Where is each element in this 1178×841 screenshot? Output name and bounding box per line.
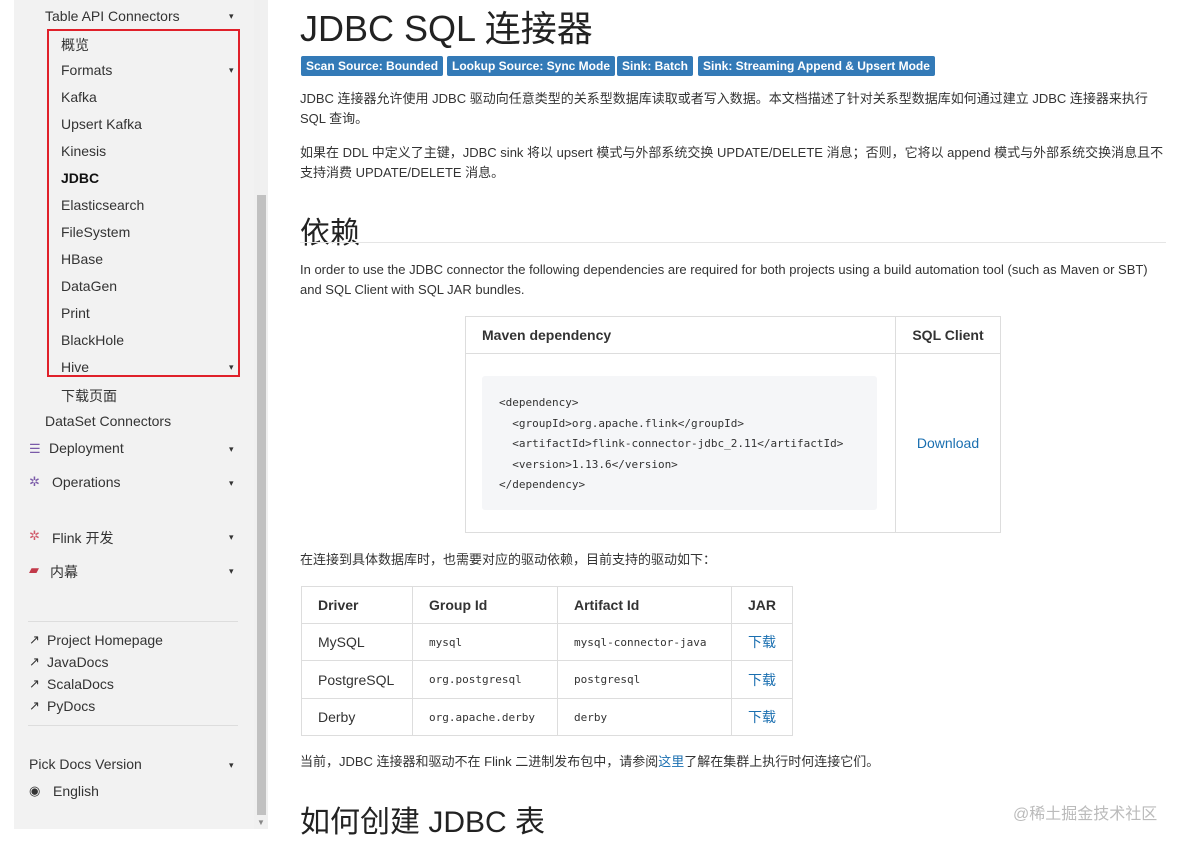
driver-paragraph: 在连接到具体数据库时，也需要对应的驱动依赖，目前支持的驱动如下：	[300, 552, 717, 567]
sidebar-item-hive[interactable]: Hive	[61, 359, 89, 375]
heading-create-table: 如何创建 JDBC 表	[300, 806, 546, 839]
external-link-icon: ↗	[29, 698, 40, 713]
driver-header: Driver	[301, 586, 413, 624]
download-link[interactable]: Download	[917, 435, 979, 451]
sidebar-item-download-page[interactable]: 下载页面	[61, 386, 117, 406]
nav-deployment[interactable]: Deployment	[49, 440, 124, 456]
link-project-homepage[interactable]: Project Homepage	[47, 632, 163, 648]
badge-scan-source: Scan Source: Bounded	[301, 56, 444, 76]
jar-header: JAR	[730, 586, 794, 624]
link-pydocs[interactable]: PyDocs	[47, 698, 95, 714]
primary-key-paragraph: 如果在 DDL 中定义了主键，JDBC sink 将以 upsert 模式与外部…	[300, 145, 1164, 180]
driver-cell: MySQL	[301, 623, 413, 661]
jar-download-link[interactable]: 下载	[730, 623, 794, 661]
sidebar-divider	[28, 725, 238, 726]
book-icon: ▰	[29, 562, 39, 577]
jar-download-link[interactable]: 下载	[730, 660, 794, 699]
maven-code-block: <dependency> <groupId>org.apache.flink</…	[482, 376, 877, 510]
nav-table-api-connectors[interactable]: Table API Connectors	[45, 8, 180, 24]
note-paragraph: 当前，JDBC 连接器和驱动不在 Flink 二进制发布包中，请参阅这里了解在集…	[300, 752, 1166, 772]
chevron-down-icon[interactable]: ▾	[229, 478, 234, 489]
here-link[interactable]: 这里	[658, 754, 684, 769]
sidebar-item-kinesis[interactable]: Kinesis	[61, 143, 106, 159]
artifact-cell: postgresql	[557, 660, 732, 699]
external-link-icon: ↗	[29, 676, 40, 691]
heading-rule	[300, 242, 1166, 243]
sidebar-item-upsert-kafka[interactable]: Upsert Kafka	[61, 116, 142, 132]
chevron-down-icon[interactable]: ▾	[229, 532, 234, 543]
sidebar-item-filesystem[interactable]: FileSystem	[61, 224, 130, 240]
badge-lookup-source: Lookup Source: Sync Mode	[447, 56, 616, 76]
driver-cell: PostgreSQL	[301, 660, 413, 699]
group-cell: mysql	[412, 623, 558, 661]
sidebar-item-hbase[interactable]: HBase	[61, 251, 103, 267]
note-text-before: 当前，JDBC 连接器和驱动不在 Flink 二进制发布包中，请参阅	[300, 754, 659, 769]
nav-dataset-connectors[interactable]: DataSet Connectors	[45, 413, 171, 429]
jar-download-link[interactable]: 下载	[730, 698, 794, 736]
chevron-down-icon[interactable]: ▾	[229, 444, 234, 455]
sliders-icon: ☰	[29, 441, 41, 456]
chevron-down-icon[interactable]: ▾	[229, 760, 234, 771]
artifact-cell: derby	[557, 698, 732, 736]
sidebar-item-datagen[interactable]: DataGen	[61, 278, 117, 294]
badge-sink-batch: Sink: Batch	[617, 56, 694, 76]
sidebar-item-elasticsearch[interactable]: Elasticsearch	[61, 197, 144, 213]
sidebar-item-blackhole[interactable]: BlackHole	[61, 332, 124, 348]
group-cell: org.apache.derby	[412, 698, 558, 736]
dependency-paragraph: In order to use the JDBC connector the f…	[300, 262, 1148, 297]
badge-sink-streaming: Sink: Streaming Append & Upsert Mode	[698, 56, 935, 76]
artifact-cell: mysql-connector-java	[557, 623, 732, 661]
groupid-header: Group Id	[412, 586, 558, 624]
chevron-down-icon[interactable]: ▾	[229, 362, 234, 373]
page-title: JDBC SQL 连接器	[300, 8, 593, 49]
nav-operations[interactable]: Operations	[52, 474, 120, 490]
external-link-icon: ↗	[29, 632, 40, 647]
code-fork-icon: ✲	[29, 528, 40, 543]
group-cell: org.postgresql	[412, 660, 558, 699]
dependency-header-sql-client: SQL Client	[895, 316, 1001, 354]
sidebar-divider	[28, 621, 238, 622]
chevron-down-icon[interactable]: ▾	[229, 11, 234, 22]
link-scaladocs[interactable]: ScalaDocs	[47, 676, 114, 692]
external-link-icon: ↗	[29, 654, 40, 669]
cogs-icon: ✲	[29, 474, 40, 489]
sidebar-item-kafka[interactable]: Kafka	[61, 89, 97, 105]
table-row: Derby org.apache.derby derby 下载	[301, 698, 794, 736]
sidebar-item-formats[interactable]: Formats	[61, 62, 112, 78]
chevron-down-icon[interactable]: ▾	[229, 65, 234, 76]
watermark: @稀土掘金技术社区	[1013, 806, 1158, 823]
intro-paragraph: JDBC 连接器允许使用 JDBC 驱动向任意类型的关系型数据库读取或者写入数据…	[300, 91, 1148, 126]
link-javadocs[interactable]: JavaDocs	[47, 654, 108, 670]
table-row: PostgreSQL org.postgresql postgresql 下载	[301, 660, 794, 699]
pick-docs-version[interactable]: Pick Docs Version	[29, 756, 142, 772]
sidebar-item-print[interactable]: Print	[61, 305, 90, 321]
sql-client-cell: Download	[895, 353, 1001, 533]
sidebar-item-overview[interactable]: 概览	[61, 35, 89, 55]
sidebar-scrollbar[interactable]: ▼	[254, 0, 268, 829]
sidebar-item-jdbc[interactable]: JDBC	[61, 170, 99, 186]
scroll-down-arrow[interactable]: ▼	[257, 818, 265, 827]
chevron-down-icon[interactable]: ▾	[229, 566, 234, 577]
language-english[interactable]: English	[53, 783, 99, 799]
table-row: MySQL mysql mysql-connector-java 下载	[301, 623, 794, 661]
maven-code: <dependency> <groupId>org.apache.flink</…	[499, 396, 844, 491]
note-text-after: 了解在集群上执行时何连接它们。	[684, 754, 880, 769]
nav-flink-dev[interactable]: Flink 开发	[52, 528, 113, 548]
driver-table: Driver Group Id Artifact Id JAR MySQL my…	[301, 586, 794, 736]
globe-icon: ◉	[29, 783, 41, 798]
scrollbar-thumb[interactable]	[257, 195, 266, 815]
heading-dependencies: 依赖	[300, 217, 360, 250]
dependency-header-maven: Maven dependency	[465, 316, 896, 354]
artifactid-header: Artifact Id	[557, 586, 732, 624]
nav-internals[interactable]: 内幕	[50, 562, 78, 582]
driver-cell: Derby	[301, 698, 413, 736]
